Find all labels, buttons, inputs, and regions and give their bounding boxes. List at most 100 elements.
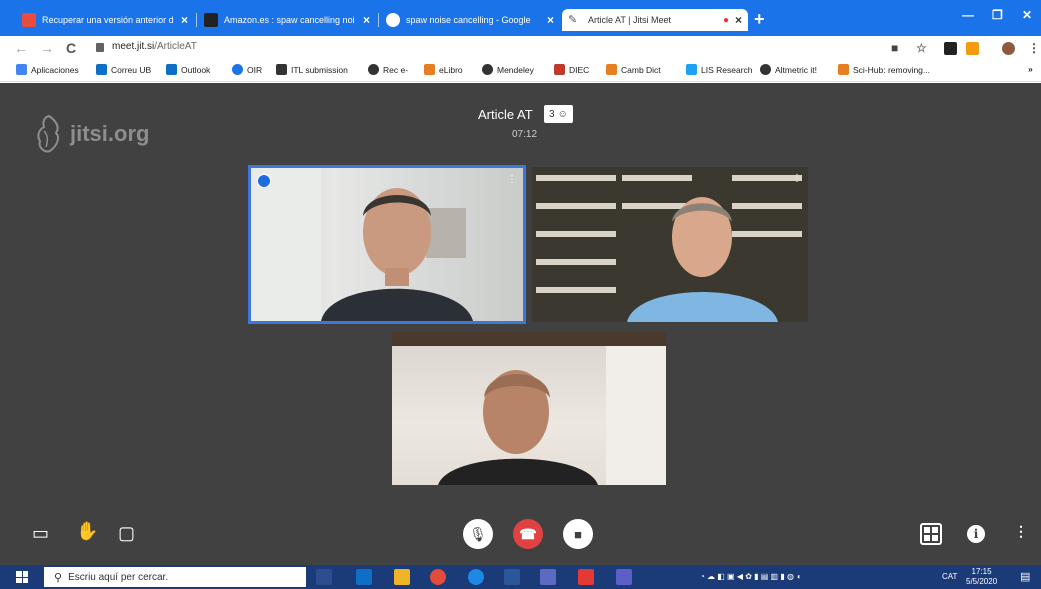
new-tab-button[interactable]: + — [754, 9, 765, 30]
bookmark-item[interactable]: OIR — [232, 64, 262, 75]
windows-start-icon[interactable] — [16, 571, 28, 583]
more-options-icon[interactable]: ⋮ — [1014, 523, 1028, 540]
camera-button[interactable]: ■ — [563, 519, 593, 549]
bookmark-label: ITL submission — [291, 64, 348, 75]
video-tile-participant-2[interactable]: ⋮ — [532, 167, 808, 322]
microphone-button[interactable]: 🎙 — [463, 519, 493, 549]
language-indicator[interactable]: CAT — [942, 572, 957, 581]
jitsi-icon: ✎ — [568, 13, 582, 27]
bookmark-item[interactable]: Camb Dict — [606, 64, 661, 75]
cast-icon[interactable]: ■ — [891, 41, 898, 55]
address-bar: ← → C meet.jit.si/ArticleAT ■ ☆ ⋮ — [0, 36, 1041, 60]
minimize-icon[interactable]: — — [962, 8, 974, 22]
extension-icon[interactable] — [966, 42, 979, 55]
bookmark-item[interactable]: eLibro — [424, 64, 463, 75]
meeting-timer: 07:12 — [512, 129, 538, 140]
bookmark-item[interactable]: ITL submission — [276, 64, 348, 75]
meeting-area: jitsi.org Article AT 3 ☺ 07:12 ⋮ ⋮ ▭ ✋ ▢… — [0, 83, 1041, 565]
more-bookmarks-button[interactable]: » — [1028, 64, 1033, 74]
profile-avatar[interactable] — [1002, 42, 1015, 55]
tab-recuperar[interactable]: Recuperar una versión anterior d × — [16, 9, 194, 31]
bookmark-label: Mendeley — [497, 64, 534, 75]
bookmark-label: DIEC — [569, 64, 590, 75]
tab-google[interactable]: spaw noise cancelling - Google × — [380, 9, 560, 31]
tab-separator — [378, 13, 379, 27]
outlook-icon — [96, 64, 107, 75]
tile-menu-icon[interactable]: ⋮ — [507, 174, 517, 185]
outlook-icon[interactable] — [356, 569, 372, 585]
bookmark-label: LIS Research — [701, 64, 753, 75]
meeting-title: Article AT — [478, 107, 533, 122]
video-tile-participant-1[interactable]: ⋮ — [248, 165, 526, 324]
globe-icon — [760, 64, 771, 75]
task-view-icon[interactable] — [316, 569, 332, 585]
bookmark-item[interactable]: Altmetric it! — [760, 64, 817, 75]
bookmark-item[interactable]: Outlook — [166, 64, 210, 75]
reload-icon[interactable]: C — [66, 40, 76, 56]
info-icon[interactable]: i — [967, 525, 985, 543]
clock[interactable]: 17:15 5/5/2020 — [966, 567, 997, 587]
menu-icon[interactable]: ⋮ — [1028, 41, 1040, 55]
back-icon[interactable]: ← — [14, 40, 28, 56]
hangup-icon: ☎ — [519, 525, 537, 542]
window-close-icon[interactable]: ✕ — [1022, 8, 1032, 22]
active-speaker-icon — [257, 174, 271, 188]
elibro-icon — [424, 64, 435, 75]
windows-taskbar: ⚲ Escriu aquí per cercar. ◔ ☁ ◧ ▣ ◀ ✿ ▮ … — [0, 565, 1041, 589]
taskbar-search-box[interactable]: ⚲ Escriu aquí per cercar. — [44, 567, 306, 587]
app-icon[interactable] — [578, 569, 594, 585]
close-icon[interactable]: × — [547, 13, 554, 27]
participant-count-badge[interactable]: 3 ☺ — [544, 105, 573, 123]
system-tray-icons[interactable]: ◔ ☁ ◧ ▣ ◀ ✿ ▮ ▤ ▥ ▮ ◍ ◖ — [700, 572, 801, 581]
notifications-icon[interactable]: ▤ — [1020, 570, 1030, 583]
bookmarks-bar: Aplicaciones Correu UB Outlook OIR ITL s… — [0, 60, 1041, 82]
file-explorer-icon[interactable] — [394, 569, 410, 585]
chat-icon[interactable]: ▢ — [118, 523, 135, 544]
bookmark-label: Sci-Hub: removing... — [853, 64, 930, 75]
oir-icon — [232, 64, 243, 75]
extension-icon[interactable] — [944, 42, 957, 55]
jitsi-logo[interactable]: jitsi.org — [34, 113, 149, 155]
tile-view-button[interactable] — [920, 523, 942, 545]
lock-icon — [96, 43, 104, 52]
bookmark-item[interactable]: Rec e- — [368, 64, 408, 75]
office-icon — [22, 13, 36, 27]
app-icon[interactable] — [540, 569, 556, 585]
hangup-button[interactable]: ☎ — [513, 519, 543, 549]
search-icon: ⚲ — [54, 571, 63, 584]
teams-icon[interactable] — [616, 569, 632, 585]
tab-jitsi[interactable]: ✎ Article AT | Jitsi Meet ● × — [562, 9, 748, 31]
raise-hand-icon[interactable]: ✋ — [76, 521, 98, 542]
globe-icon — [368, 64, 379, 75]
app-icon[interactable] — [468, 569, 484, 585]
itl-icon — [276, 64, 287, 75]
forward-icon[interactable]: → — [40, 40, 54, 56]
bookmark-item[interactable]: Mendeley — [482, 64, 534, 75]
close-icon[interactable]: × — [735, 13, 742, 27]
bookmark-label: Aplicaciones — [31, 64, 79, 75]
url-field[interactable]: meet.jit.si/ArticleAT — [112, 41, 197, 52]
bookmark-label: Outlook — [181, 64, 211, 75]
video-tile-participant-3[interactable] — [392, 332, 666, 485]
close-icon[interactable]: × — [363, 13, 370, 27]
tab-amazon[interactable]: Amazon.es : spaw cancelling noi × — [198, 9, 376, 31]
word-icon[interactable] — [504, 569, 520, 585]
camera-icon: ■ — [574, 526, 582, 542]
close-icon[interactable]: × — [181, 13, 188, 27]
chrome-icon[interactable] — [430, 569, 446, 585]
bookmark-label: Altmetric it! — [775, 64, 818, 75]
logo-text: jitsi.org — [70, 121, 150, 146]
screen-share-icon[interactable]: ▭ — [32, 523, 49, 544]
bookmark-item[interactable]: LIS Research — [686, 64, 753, 75]
maximize-icon[interactable]: ❐ — [992, 8, 1003, 22]
microphone-icon: 🎙 — [469, 525, 487, 542]
apps-icon — [16, 64, 27, 75]
bookmark-item[interactable]: DIEC — [554, 64, 589, 75]
bookmark-item[interactable]: Correu UB — [96, 64, 151, 75]
bookmark-label: eLibro — [439, 64, 463, 75]
bookmark-item[interactable]: Sci-Hub: removing... — [838, 64, 930, 75]
participant-1-video — [251, 168, 473, 321]
tile-menu-icon[interactable]: ⋮ — [792, 173, 802, 184]
star-icon[interactable]: ☆ — [916, 41, 927, 55]
bookmark-item[interactable]: Aplicaciones — [16, 64, 79, 75]
